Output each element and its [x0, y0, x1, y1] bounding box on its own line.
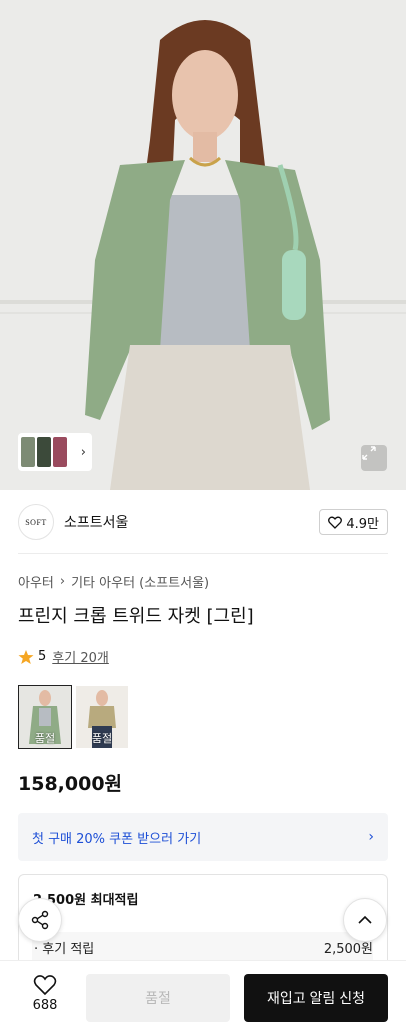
brand-logo[interactable]: SOFT	[18, 504, 54, 540]
product-price: 158,000원	[18, 773, 123, 795]
star-icon	[18, 649, 34, 664]
brand-name[interactable]: 소프트서울	[64, 512, 128, 532]
chevron-right-icon: ›	[80, 444, 86, 460]
wishlist-button[interactable]: 688	[18, 974, 72, 1022]
restock-alert-button[interactable]: 재입고 알림 신청	[244, 974, 388, 1022]
points-row-review: · 후기 적립 2,500원	[32, 932, 373, 963]
chevron-right-icon: ›	[59, 574, 66, 589]
chevron-up-icon	[358, 915, 372, 924]
coupon-text: 첫 구매 20% 쿠폰 받으러 가기	[32, 831, 202, 847]
option-thumb-green[interactable]: 품절	[18, 685, 72, 749]
brand-row: SOFT 소프트서울 4.9만	[18, 503, 388, 541]
wishlist-count: 688	[32, 998, 58, 1013]
rating-row: 5 후기 20개	[18, 647, 109, 666]
brand-like-count: 4.9만	[346, 516, 379, 532]
heart-icon	[33, 975, 57, 996]
first-purchase-coupon-banner[interactable]: 첫 구매 20% 쿠폰 받으러 가기 ›	[18, 813, 388, 861]
gallery-mini-thumb	[21, 437, 35, 467]
model-photo	[0, 0, 406, 490]
option-thumb-navy[interactable]: 품절	[75, 685, 129, 749]
expand-icon[interactable]	[361, 445, 387, 471]
product-main-image[interactable]: ›	[0, 0, 406, 490]
brand-like-button[interactable]: 4.9만	[319, 509, 388, 535]
option-soldout-label: 품절	[91, 732, 113, 745]
soldout-button: 품절	[86, 974, 230, 1022]
gallery-mini-thumb	[37, 437, 51, 467]
breadcrumb: 아우터 › 기타 아우터 (소프트서울)	[18, 572, 209, 591]
review-count-link[interactable]: 후기 20개	[52, 647, 109, 666]
gallery-mini-thumb	[53, 437, 67, 467]
scroll-to-top-button[interactable]	[343, 898, 387, 942]
share-icon	[31, 910, 49, 930]
chevron-right-icon: ›	[368, 829, 374, 845]
gallery-thumbnail-strip[interactable]: ›	[18, 433, 92, 471]
points-title: 2,500원 최대적립	[33, 893, 139, 908]
product-title: 프린지 크롭 트위드 자켓 [그린]	[18, 606, 254, 627]
color-options: 품절 품절	[18, 685, 129, 749]
breadcrumb-item-other-outer[interactable]: 기타 아우터 (소프트서울)	[71, 572, 209, 591]
divider	[18, 553, 388, 554]
option-soldout-label: 품절	[34, 732, 56, 745]
rating-score: 5	[38, 649, 47, 664]
breadcrumb-item-outer[interactable]: 아우터	[18, 572, 54, 591]
heart-icon	[328, 516, 343, 529]
share-button[interactable]	[18, 898, 62, 942]
